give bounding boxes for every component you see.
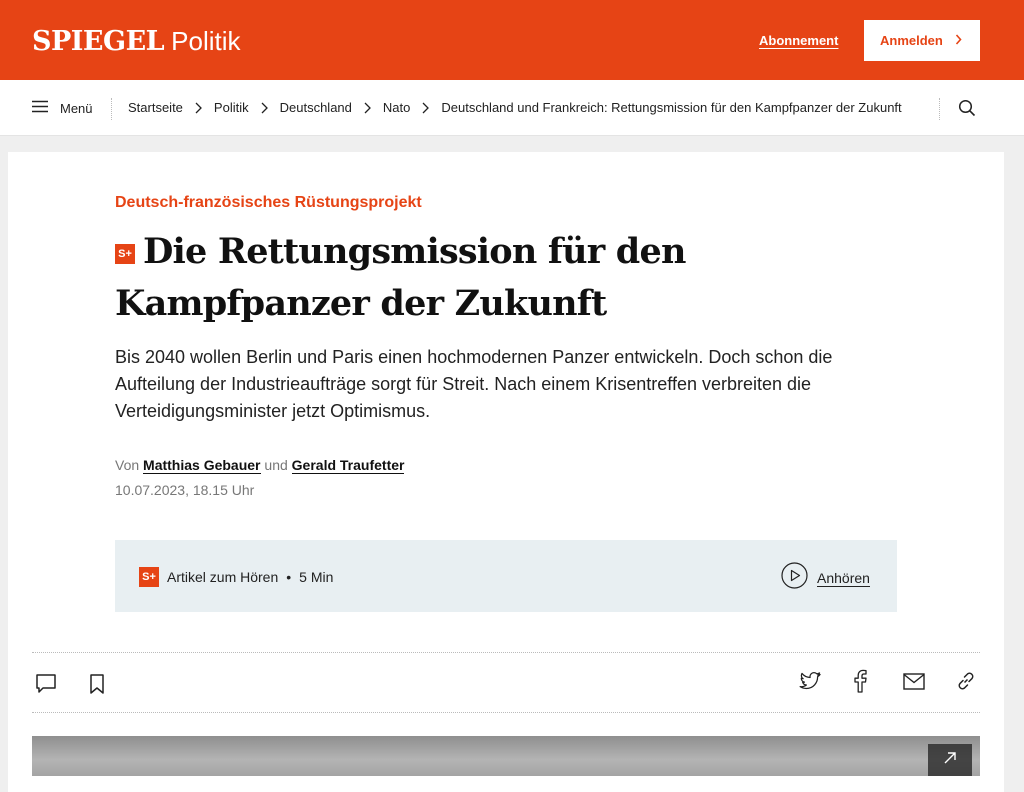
comment-icon[interactable] [35,673,57,700]
chevron-right-icon [955,33,962,48]
section-name: Politik [171,26,241,56]
author-link[interactable]: Gerald Traufetter [291,457,405,474]
hero-image[interactable] [32,736,980,776]
chevron-right-icon [261,102,268,114]
chevron-right-icon [195,102,202,114]
top-bar: SPIEGEL Politik Abonnement Anmelden [0,0,1024,80]
login-label: Anmelden [880,33,943,48]
link-icon[interactable] [956,671,976,696]
audio-label: Artikel zum Hören [167,569,279,585]
article-intro: Bis 2040 wollen Berlin und Paris einen h… [115,347,833,421]
chevron-right-icon [422,102,430,114]
search-button[interactable] [958,99,976,122]
breadcrumb-nato[interactable]: Nato [383,100,410,115]
search-icon [958,99,976,121]
chevron-right-icon [364,102,371,114]
hamburger-icon [32,100,48,116]
headline-text: Die Rettungsmission für den Kampfpanzer … [115,231,686,324]
login-button[interactable]: Anmelden [864,20,980,61]
audio-duration: 5 Min [299,569,334,585]
article-kicker: Deutsch-französisches Rüstungsprojekt [115,194,422,211]
bookmark-icon[interactable] [89,673,105,700]
byline-and: und [264,457,288,473]
byline-prefix: Von [115,457,140,473]
menu-label: Menü [60,100,93,116]
facebook-icon[interactable] [853,669,867,698]
breadcrumb-politik[interactable]: Politik [214,100,249,115]
author-link[interactable]: Matthias Gebauer [143,457,261,474]
expand-icon [943,751,957,770]
separator-dot: • [286,569,292,585]
logo-wordmark: SPIEGEL [32,26,165,57]
divider [111,98,112,120]
breadcrumb-deutschland[interactable]: Deutschland [280,100,352,115]
spiegel-logo[interactable]: SPIEGEL Politik [32,27,241,56]
expand-image-button[interactable] [928,744,972,776]
abonnement-link[interactable]: Abonnement [759,33,838,48]
audio-player: S+ Artikel zum Hören • 5 Min Anhören [115,540,897,612]
listen-button[interactable]: Anhören [781,562,870,594]
breadcrumb-current-article: Deutschland und Frankreich: Rettungsmiss… [441,100,902,115]
play-circle-icon [781,562,808,594]
spiegel-plus-badge: S+ [139,567,159,587]
divider [32,652,980,653]
divider [939,98,940,120]
breadcrumb: Startseite Politik Deutschland Nato Deut… [128,100,902,115]
mail-icon[interactable] [903,673,925,695]
breadcrumb-startseite[interactable]: Startseite [128,100,183,115]
article-headline: S+ Die Rettungsmission für den Kampfpanze… [115,226,905,330]
audio-info: S+ Artikel zum Hören • 5 Min [139,567,333,587]
listen-label: Anhören [817,569,870,587]
publish-date: 10.07.2023, 18.15 Uhr [115,482,255,498]
twitter-icon[interactable] [799,671,822,696]
navigation-bar: Menü Startseite Politik Deutschland Nato… [0,80,1024,136]
byline: Von Matthias Gebauer und Gerald Traufett… [115,457,405,474]
menu-button[interactable]: Menü [32,100,93,116]
spiegel-plus-badge: S+ [115,244,135,264]
divider [32,712,980,713]
